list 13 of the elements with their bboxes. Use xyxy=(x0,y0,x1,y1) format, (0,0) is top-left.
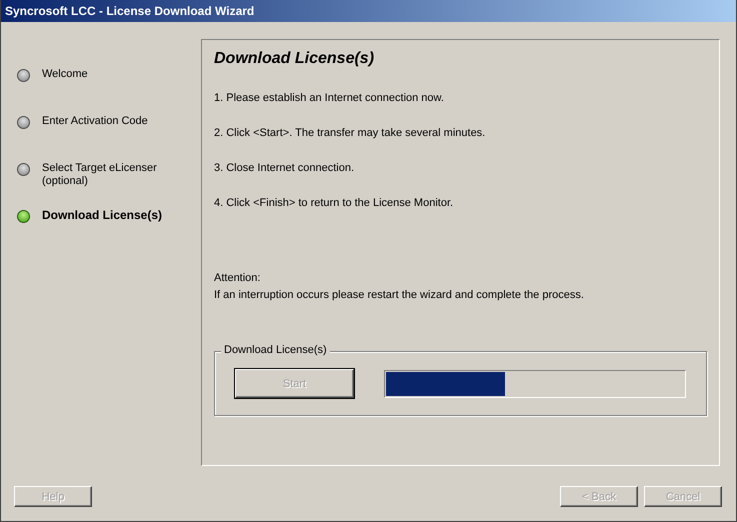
step-label: Download License(s) xyxy=(42,209,164,222)
step-label: Select Target eLicenser (optional) xyxy=(42,162,158,188)
page-heading: Download License(s) xyxy=(214,50,376,68)
window-title: Syncrosoft LCC - License Download Wizard xyxy=(1,0,736,22)
step-label: Welcome xyxy=(42,68,89,81)
instruction-text: 3. Close Internet connection. xyxy=(214,162,356,176)
instruction-text: 4. Click <Finish> to return to the License Monitor. xyxy=(214,197,454,211)
instruction-text: 2. Click <Start>. The transfer may take several minutes. xyxy=(214,127,486,141)
attention-label: Attention: xyxy=(214,272,262,284)
instruction-text: 1. Please establish an Internet connection now. xyxy=(214,92,445,106)
group-title: Download License(s) xyxy=(221,344,330,356)
step-label: Enter Activation Code xyxy=(42,115,149,128)
attention-text: If an interruption occurs please restart the wizard and complete the process. xyxy=(214,289,585,301)
